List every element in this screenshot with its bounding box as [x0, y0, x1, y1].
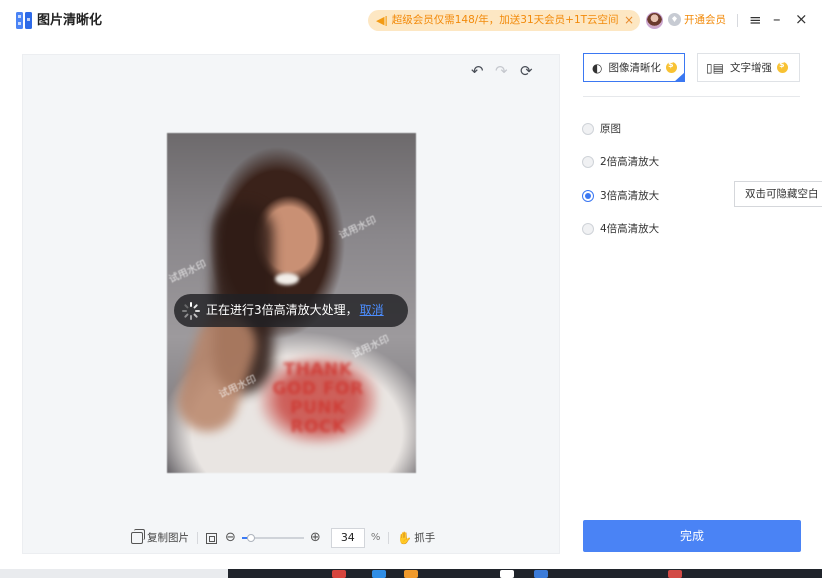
- zoom-input[interactable]: 34: [330, 528, 365, 548]
- option-label: 原图: [600, 123, 621, 135]
- preview-panel: ↶ ↷ ⟳ THANK GOD FOR PUNK ROCK 试用水印 试用水印 …: [22, 54, 560, 554]
- fit-screen-icon[interactable]: [206, 532, 217, 544]
- hand-tool-button[interactable]: 抓手: [414, 528, 435, 548]
- promo-text[interactable]: 超级会员仅需148/年，加送31天会员+1T云空间: [392, 10, 619, 31]
- zoom-slider-thumb[interactable]: [246, 534, 255, 542]
- tooltip: 双击可隐藏空白: [734, 181, 822, 207]
- copy-icon[interactable]: [131, 529, 145, 544]
- watermark: 试用水印: [337, 214, 379, 242]
- taskbar-app-icon[interactable]: [500, 570, 514, 578]
- copy-image-button[interactable]: 复制图片: [147, 528, 189, 548]
- taskbar-app-icon[interactable]: [668, 570, 682, 578]
- zoom-unit: %: [370, 532, 381, 543]
- taskbar-app-icon[interactable]: [332, 570, 346, 578]
- tab-text-enhance[interactable]: ▯▤ 文字增强: [697, 53, 800, 82]
- option-original[interactable]: 原图: [582, 121, 621, 137]
- minimize-button[interactable]: –: [773, 9, 781, 29]
- taskbar: [0, 569, 822, 578]
- promo-close-button[interactable]: ×: [624, 10, 634, 31]
- taskbar-app-icon[interactable]: [534, 570, 548, 578]
- redo-icon[interactable]: ↷: [495, 63, 508, 79]
- promo-banner[interactable]: ◀ǀ 超级会员仅需148/年，加送31天会员+1T云空间 ×: [368, 10, 640, 31]
- title-bar: 图片清晰化 ◀ǀ 超级会员仅需148/年，加送31天会员+1T云空间 × 开通会…: [0, 0, 822, 42]
- reset-icon[interactable]: ⟳: [520, 63, 533, 79]
- radio-3x[interactable]: [582, 190, 594, 202]
- avatar[interactable]: [646, 12, 663, 29]
- image-mouth-shape: [275, 273, 299, 285]
- toolbar-divider: [388, 532, 390, 544]
- undo-icon[interactable]: ↶: [471, 63, 484, 79]
- option-label: 4倍高清放大: [600, 223, 660, 235]
- option-label: 2倍高清放大: [600, 156, 660, 168]
- option-4x[interactable]: 4倍高清放大: [582, 221, 659, 237]
- tab-image-enhance[interactable]: ◐ 图像清晰化: [583, 53, 685, 82]
- coin-icon: [776, 60, 788, 73]
- hand-icon[interactable]: ✋: [397, 528, 412, 548]
- done-button[interactable]: 完成: [583, 520, 801, 552]
- toolbar-divider: [197, 532, 198, 544]
- menu-button[interactable]: ≡: [749, 10, 762, 30]
- cancel-link[interactable]: 取消: [360, 294, 384, 327]
- tab-label: 图像清晰化: [608, 61, 661, 74]
- radio-4x[interactable]: [582, 223, 594, 235]
- option-2x[interactable]: 2倍高清放大: [582, 154, 659, 170]
- app-window: 图片清晰化 ◀ǀ 超级会员仅需148/年，加送31天会员+1T云空间 × 开通会…: [0, 0, 822, 578]
- zoom-slider[interactable]: [241, 534, 304, 542]
- taskbar-app-icon[interactable]: [372, 570, 386, 578]
- option-label: 3倍高清放大: [600, 190, 660, 202]
- zoom-in-icon[interactable]: ⊕: [310, 528, 321, 548]
- radio-original[interactable]: [582, 123, 594, 135]
- bottom-toolbar: 复制图片 ⊖ ⊕ 34 % ✋ 抓手: [131, 528, 435, 548]
- option-3x[interactable]: 3倍高清放大: [582, 188, 659, 204]
- speaker-icon: ◀ǀ: [376, 14, 388, 27]
- close-button[interactable]: ×: [795, 9, 808, 29]
- taskbar-dark-area: [228, 569, 822, 578]
- watermark: 试用水印: [167, 258, 209, 286]
- app-title: 图片清晰化: [37, 13, 103, 28]
- processing-indicator: 正在进行3倍高清放大处理， 取消: [174, 294, 408, 327]
- aperture-icon: ◐: [592, 60, 603, 75]
- radio-2x[interactable]: [582, 156, 594, 168]
- book-icon: ▯▤: [706, 60, 724, 75]
- zoom-out-icon[interactable]: ⊖: [225, 528, 236, 548]
- vip-diamond-icon: [668, 13, 681, 26]
- titlebar-divider: [737, 14, 738, 27]
- progress-text: 正在进行3倍高清放大处理，: [206, 303, 358, 317]
- coin-icon: [665, 60, 677, 73]
- app-logo-icon: [16, 12, 32, 29]
- taskbar-app-icon[interactable]: [404, 570, 418, 578]
- selected-corner-icon: [674, 72, 685, 82]
- panel-divider: [583, 96, 800, 97]
- tab-label: 文字增强: [729, 61, 772, 74]
- spinner-icon: [182, 301, 200, 320]
- shirt-text: THANK GOD FOR PUNK ROCK: [272, 360, 364, 437]
- open-vip-link[interactable]: 开通会员: [684, 13, 726, 28]
